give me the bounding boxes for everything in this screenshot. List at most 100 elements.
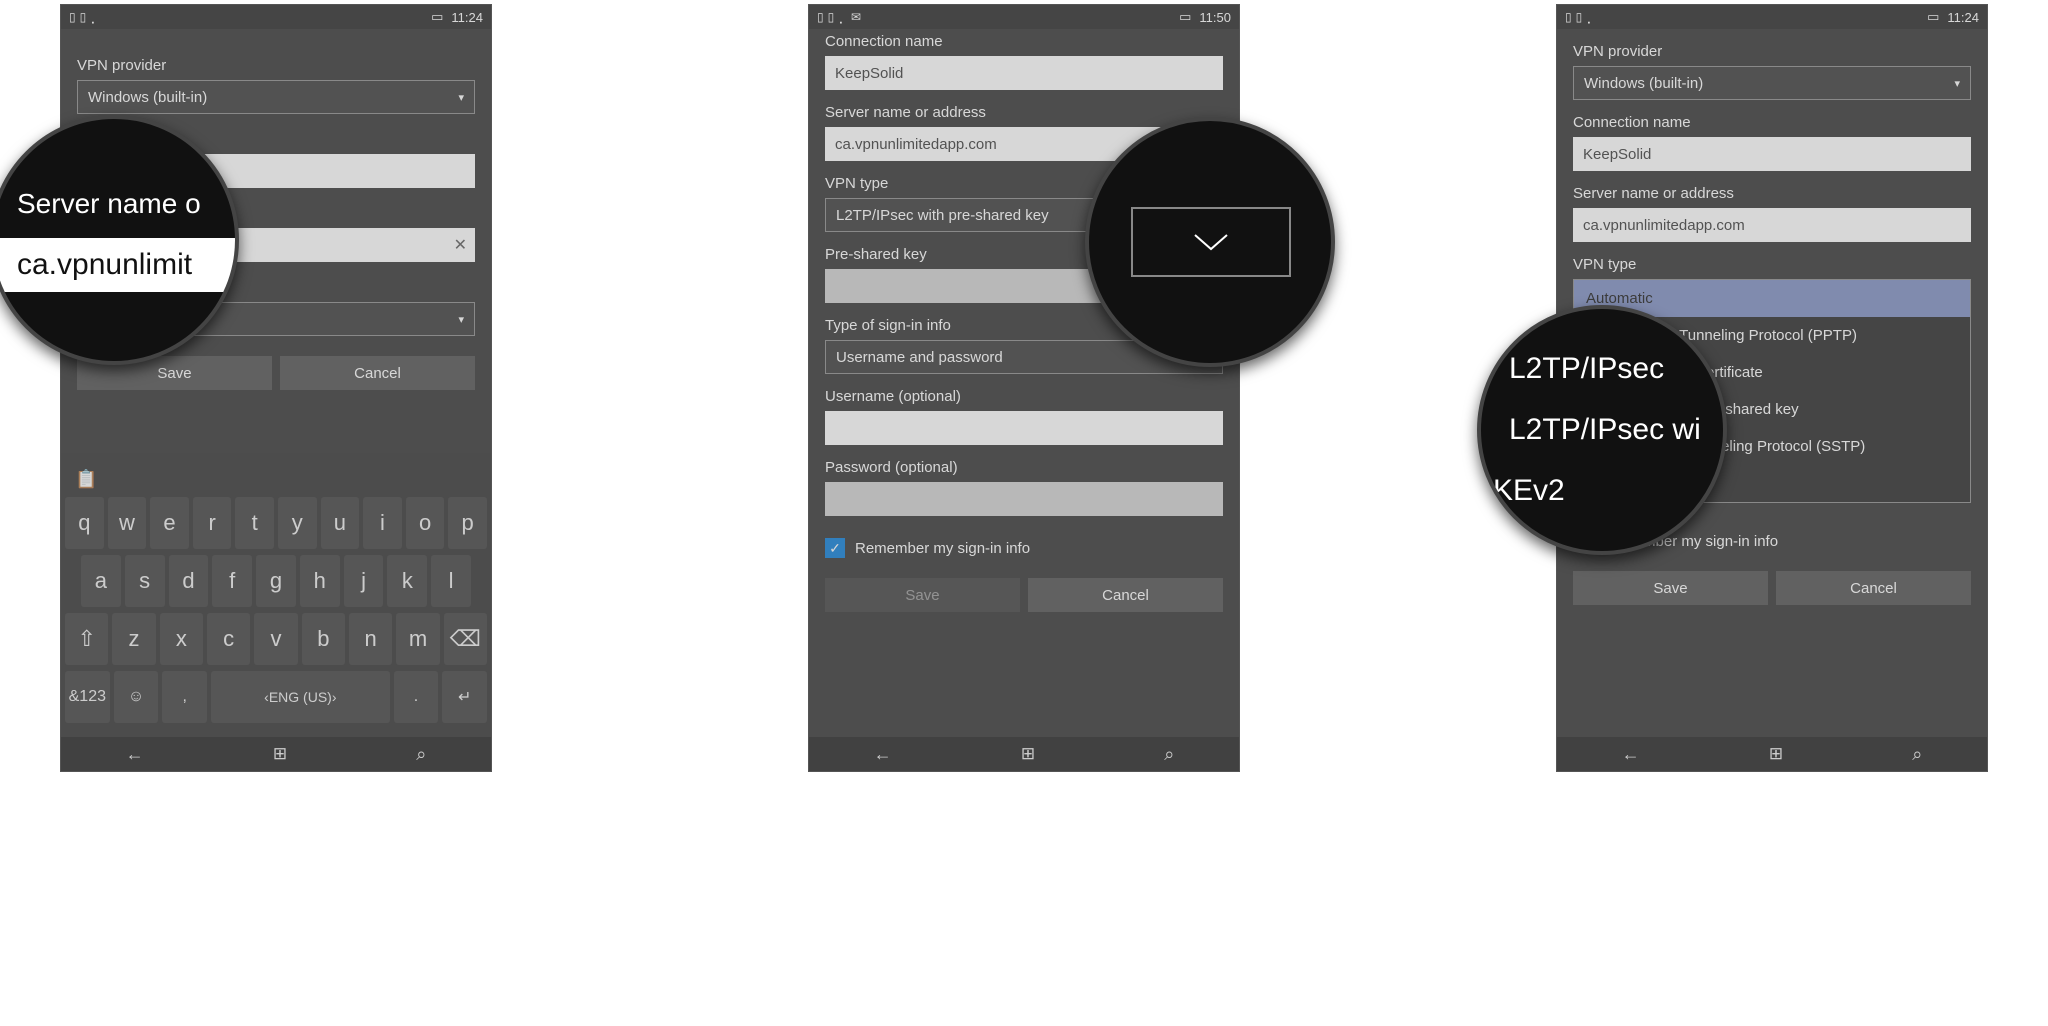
key-q[interactable]: q	[65, 497, 104, 549]
vpn-provider-select[interactable]: Windows (built-in) ▾	[77, 80, 475, 114]
cancel-button[interactable]: Cancel	[1776, 571, 1971, 605]
key-g[interactable]: g	[256, 555, 296, 607]
key-s[interactable]: s	[125, 555, 165, 607]
wifi-icon: ⡀	[90, 10, 99, 24]
vpn-provider-value: Windows (built-in)	[88, 89, 207, 106]
save-button[interactable]: Save	[1573, 571, 1768, 605]
key-k[interactable]: k	[387, 555, 427, 607]
connection-name-input[interactable]: KeepSolid	[1573, 137, 1971, 171]
zoom-lens-vpn-type-chevron	[1085, 117, 1335, 367]
remember-label: Remember my sign-in info	[855, 540, 1030, 557]
cancel-button[interactable]: Cancel	[280, 356, 475, 390]
phone-screen-2: ▯ ▯ ⡀ ✉ ▭ 11:50 Connection name KeepSoli…	[808, 4, 1240, 772]
nav-search-icon[interactable]: ⌕	[1164, 744, 1174, 765]
key-y[interactable]: y	[278, 497, 317, 549]
remember-checkbox[interactable]: ✓	[825, 538, 845, 558]
username-input[interactable]	[825, 411, 1223, 445]
zoom-lens-vpn-type-options: L2TP/IPsec L2TP/IPsec wi KEv2	[1477, 305, 1727, 555]
key-u[interactable]: u	[321, 497, 360, 549]
connection-name-label: Connection name	[825, 33, 1223, 50]
key-t[interactable]: t	[235, 497, 274, 549]
sim-icon: ▯	[817, 10, 824, 24]
nav-back-icon[interactable]: ←	[874, 744, 892, 765]
battery-icon: ▭	[1927, 9, 1939, 25]
zoom-label: Server name o	[0, 188, 235, 220]
key-numsym[interactable]: &123	[65, 671, 110, 723]
clear-icon[interactable]: ✕	[454, 235, 467, 255]
connection-name-input[interactable]: KeepSolid	[825, 56, 1223, 90]
password-input[interactable]	[825, 482, 1223, 516]
sim-icon: ▯	[69, 10, 76, 24]
sim-icon: ▯	[828, 10, 835, 24]
vpn-provider-label: VPN provider	[77, 57, 475, 74]
chevron-down-icon: ▾	[458, 91, 464, 104]
battery-icon: ▭	[1179, 9, 1191, 25]
key-e[interactable]: e	[150, 497, 189, 549]
battery-icon: ▭	[431, 9, 443, 25]
username-label: Username (optional)	[825, 388, 1223, 405]
key-j[interactable]: j	[344, 555, 384, 607]
key-c[interactable]: c	[207, 613, 250, 665]
phone-screen-1: ▯ ▯ ⡀ ▭ 11:24 VPN provider Windows (buil…	[60, 4, 492, 772]
status-bar: ▯ ▯ ⡀ ▭ 11:24	[1557, 5, 1987, 29]
zoom-option: L2TP/IPsec	[1481, 352, 1723, 386]
key-w[interactable]: w	[108, 497, 147, 549]
key-r[interactable]: r	[193, 497, 232, 549]
cancel-button[interactable]: Cancel	[1028, 578, 1223, 612]
key-⇧[interactable]: ⇧	[65, 613, 108, 665]
zoom-value: ca.vpnunlimit	[0, 238, 235, 292]
key-z[interactable]: z	[112, 613, 155, 665]
key-i[interactable]: i	[363, 497, 402, 549]
vpn-provider-select[interactable]: Windows (built-in)▾	[1573, 66, 1971, 100]
key-a[interactable]: a	[81, 555, 121, 607]
key-comma[interactable]: ,	[162, 671, 207, 723]
save-button[interactable]: Save	[825, 578, 1020, 612]
clock: 11:50	[1199, 10, 1231, 25]
zoom-option: L2TP/IPsec wi	[1481, 413, 1723, 447]
key-enter[interactable]: ↵	[442, 671, 487, 723]
chevron-down-icon: ▾	[1954, 77, 1960, 90]
nav-start-icon[interactable]: ⊞	[1021, 744, 1035, 764]
key-dot[interactable]: .	[394, 671, 439, 723]
status-bar: ▯ ▯ ⡀ ▭ 11:24	[61, 5, 491, 29]
key-h[interactable]: h	[300, 555, 340, 607]
connection-name-label: Connection name	[1573, 114, 1971, 131]
clock: 11:24	[451, 10, 483, 25]
zoom-select-chevron	[1131, 207, 1291, 277]
chevron-down-icon: ▾	[458, 313, 464, 326]
nav-search-icon[interactable]: ⌕	[1912, 744, 1922, 765]
wifi-icon: ⡀	[838, 10, 847, 24]
msg-icon: ✉	[851, 10, 861, 24]
remember-signin-row[interactable]: ✓ Remember my sign-in info	[825, 538, 1223, 558]
key-b[interactable]: b	[302, 613, 345, 665]
zoom-option: KEv2	[1481, 474, 1723, 508]
key-⌫[interactable]: ⌫	[444, 613, 487, 665]
nav-bar: ← ⊞ ⌕	[1557, 737, 1987, 771]
clipboard-icon[interactable]: 📋	[75, 469, 97, 490]
key-emoji[interactable]: ☺	[114, 671, 159, 723]
nav-start-icon[interactable]: ⊞	[1769, 744, 1783, 764]
key-o[interactable]: o	[406, 497, 445, 549]
sim-icon: ▯	[1576, 10, 1583, 24]
server-address-input[interactable]: ca.vpnunlimitedapp.com	[1573, 208, 1971, 242]
key-n[interactable]: n	[349, 613, 392, 665]
sim-icon: ▯	[80, 10, 87, 24]
key-m[interactable]: m	[396, 613, 439, 665]
key-x[interactable]: x	[160, 613, 203, 665]
key-space[interactable]: ‹ ENG (US) ›	[211, 671, 390, 723]
server-name-label: Server name or address	[1573, 185, 1971, 202]
nav-back-icon[interactable]: ←	[1622, 744, 1640, 765]
key-f[interactable]: f	[212, 555, 252, 607]
key-v[interactable]: v	[254, 613, 297, 665]
zoom-lens-server-name: Server name o ca.vpnunlimit	[0, 115, 239, 365]
key-d[interactable]: d	[169, 555, 209, 607]
key-p[interactable]: p	[448, 497, 487, 549]
phone-screen-3: ▯ ▯ ⡀ ▭ 11:24 VPN provider Windows (buil…	[1556, 4, 1988, 772]
on-screen-keyboard[interactable]: 📋 qwertyuiop asdfghjkl ⇧zxcvbnm⌫ &123 ☺ …	[61, 453, 491, 737]
key-l[interactable]: l	[431, 555, 471, 607]
nav-start-icon[interactable]: ⊞	[273, 744, 287, 764]
status-icons-left: ▯ ▯ ⡀	[69, 10, 99, 24]
nav-back-icon[interactable]: ←	[126, 744, 144, 765]
status-bar: ▯ ▯ ⡀ ✉ ▭ 11:50	[809, 5, 1239, 29]
nav-search-icon[interactable]: ⌕	[416, 744, 426, 765]
